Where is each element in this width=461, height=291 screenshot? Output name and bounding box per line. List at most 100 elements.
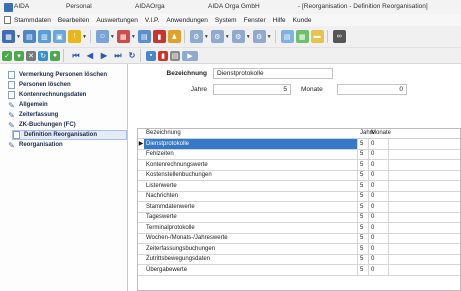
chevron-down-icon[interactable]: ▼ [246, 34, 251, 40]
globe-icon[interactable]: ● [50, 50, 60, 61]
table-row[interactable]: Terminalprotokolle 5 0 [138, 223, 460, 234]
column-header-jahre[interactable]: Jahre [358, 129, 375, 138]
book-icon[interactable]: ▮ [152, 30, 166, 43]
cell-jahre[interactable]: 5 [358, 149, 369, 159]
menu-anwendungen[interactable]: Anwendungen [166, 17, 208, 24]
next-record-icon[interactable]: ▶ [99, 51, 109, 61]
cell-bezeichnung[interactable]: Kostenstellenbuchungen [144, 170, 358, 180]
menu-fenster[interactable]: Fenster [244, 17, 266, 24]
first-record-icon[interactable]: ⏮ [71, 51, 81, 61]
chevron-down-icon[interactable]: ▼ [82, 34, 87, 40]
cell-bezeichnung[interactable]: Listenwerte [144, 181, 358, 191]
cell-bezeichnung[interactable]: Zeiterfassungsbuchungen [144, 244, 358, 254]
cell-bezeichnung[interactable]: Dienstprotokolle [144, 139, 358, 149]
cell-bezeichnung[interactable]: Stammdatenwerte [144, 202, 358, 212]
tree-item-zk-buchungen[interactable]: ✎ ZK-Buchungen (FC) [8, 120, 127, 130]
cell-jahre[interactable]: 5 [358, 160, 369, 170]
sync-icon[interactable]: ↻ [38, 50, 48, 61]
cell-monate[interactable]: 0 [369, 212, 389, 222]
table-row[interactable]: Nachrichten 5 0 [138, 191, 460, 202]
menu-bearbeiten[interactable]: Bearbeiten [58, 17, 89, 24]
cell-jahre[interactable]: 5 [358, 244, 369, 254]
close-icon[interactable]: ✕ [26, 50, 36, 61]
export-icon[interactable]: ▤ [280, 30, 294, 43]
cell-bezeichnung[interactable]: Wochen-/Monats-/Jahreswerte [144, 233, 358, 243]
table-row[interactable]: Zeiterfassungsbuchungen 5 0 [138, 244, 460, 255]
cell-jahre[interactable]: 5 [358, 233, 369, 243]
settings-icon[interactable]: ⚙ [189, 30, 203, 43]
glasses-icon[interactable]: ∞ [332, 30, 346, 43]
table-row[interactable]: Fehlzeiten 5 0 [138, 149, 460, 160]
cell-bezeichnung[interactable]: Zutrittsbewegungsdaten [144, 254, 358, 264]
table-row[interactable]: Tageswerte 5 0 [138, 212, 460, 223]
warning-icon[interactable]: ! [67, 30, 81, 43]
user-icon[interactable]: ♟ [167, 30, 181, 43]
menu-auswertungen[interactable]: Auswertungen [96, 17, 138, 24]
table-row[interactable]: ▶ Dienstprotokolle 5 0 [138, 139, 460, 150]
chevron-down-icon[interactable]: ▼ [225, 34, 230, 40]
play-icon[interactable]: ▶ [182, 50, 198, 61]
cell-monate[interactable]: 0 [369, 139, 389, 149]
tree-item-definition-reorganisation[interactable]: Definition Reorganisation [12, 130, 127, 140]
cell-jahre[interactable]: 5 [358, 191, 369, 201]
window-icon[interactable]: ▤ [22, 30, 36, 43]
menu-kunde[interactable]: Kunde [293, 17, 312, 24]
chevron-down-icon[interactable]: ▼ [110, 34, 115, 40]
save-icon[interactable]: ▪ [146, 50, 156, 61]
filter-icon[interactable]: ▾ [14, 50, 24, 61]
menu-system[interactable]: System [215, 17, 237, 24]
tree-item-zeiterfassung[interactable]: ✎ Zeiterfassung [8, 110, 127, 120]
cell-monate[interactable]: 0 [369, 244, 389, 254]
cell-monate[interactable]: 0 [369, 254, 389, 264]
table-row[interactable]: Stammdatenwerte 5 0 [138, 202, 460, 213]
cell-jahre[interactable]: 5 [358, 181, 369, 191]
cell-jahre[interactable]: 5 [358, 265, 369, 275]
previous-record-icon[interactable]: ◀ [85, 51, 95, 61]
cell-monate[interactable]: 0 [369, 170, 389, 180]
column-header-bezeichnung[interactable]: Bezeichnung [144, 129, 358, 138]
tree-item-personen-loeschen[interactable]: Personen löschen [8, 80, 127, 90]
table-row[interactable]: Listenwerte 5 0 [138, 181, 460, 192]
cell-monate[interactable]: 0 [369, 160, 389, 170]
tree-view-icon[interactable]: ▣ [52, 30, 66, 43]
menu-stammdaten[interactable]: Stammdaten [14, 17, 51, 24]
table-row[interactable]: Kontenrechnungswerte 5 0 [138, 160, 460, 171]
monate-input[interactable] [337, 84, 407, 95]
column-header-monate[interactable]: Monate [369, 129, 391, 138]
menu-hilfe[interactable]: Hilfe [273, 17, 286, 24]
jahre-input[interactable] [213, 84, 291, 95]
cell-jahre[interactable]: 5 [358, 139, 369, 149]
table-row[interactable]: Übergabewerte 5 0 [138, 265, 460, 276]
chevron-down-icon[interactable]: ▼ [131, 34, 136, 40]
cell-monate[interactable]: 0 [369, 149, 389, 159]
table-row[interactable]: Kostenstellenbuchungen 5 0 [138, 170, 460, 181]
cell-bezeichnung[interactable]: Übergabewerte [144, 265, 358, 275]
cell-monate[interactable]: 0 [369, 223, 389, 233]
bezeichnung-input[interactable] [213, 68, 333, 79]
tree-item-reorganisation[interactable]: ✎ Reorganisation [8, 140, 127, 150]
options-icon[interactable]: ⚙ [231, 30, 245, 43]
table-icon[interactable]: ▥ [37, 30, 51, 43]
table-row[interactable]: Wochen-/Monats-/Jahreswerte 5 0 [138, 233, 460, 244]
cell-monate[interactable]: 0 [369, 191, 389, 201]
tree-item-allgemein[interactable]: ✎ Allgemein [8, 100, 127, 110]
cell-jahre[interactable]: 5 [358, 254, 369, 264]
cell-jahre[interactable]: 5 [358, 202, 369, 212]
cell-jahre[interactable]: 5 [358, 170, 369, 180]
tree-item-kontenrechnungsdaten[interactable]: Kontenrechnungsdaten [8, 90, 127, 100]
cell-monate[interactable]: 0 [369, 202, 389, 212]
cell-jahre[interactable]: 5 [358, 212, 369, 222]
cell-monate[interactable]: 0 [369, 233, 389, 243]
cell-bezeichnung[interactable]: Kontenrechnungswerte [144, 160, 358, 170]
grid-view-icon[interactable]: ▦ [2, 30, 15, 43]
cell-jahre[interactable]: 5 [358, 223, 369, 233]
chevron-down-icon[interactable]: ▼ [16, 34, 21, 40]
cell-monate[interactable]: 0 [369, 265, 389, 275]
cell-bezeichnung[interactable]: Terminalprotokolle [144, 223, 358, 233]
calendar-icon[interactable]: ▦ [116, 30, 130, 43]
chevron-down-icon[interactable]: ▼ [267, 34, 272, 40]
table-row[interactable]: Zutrittsbewegungsdaten 5 0 [138, 254, 460, 265]
cell-bezeichnung[interactable]: Tageswerte [144, 212, 358, 222]
excel-icon[interactable]: ▦ [295, 30, 309, 43]
folder-icon[interactable]: ▬ [310, 30, 324, 43]
